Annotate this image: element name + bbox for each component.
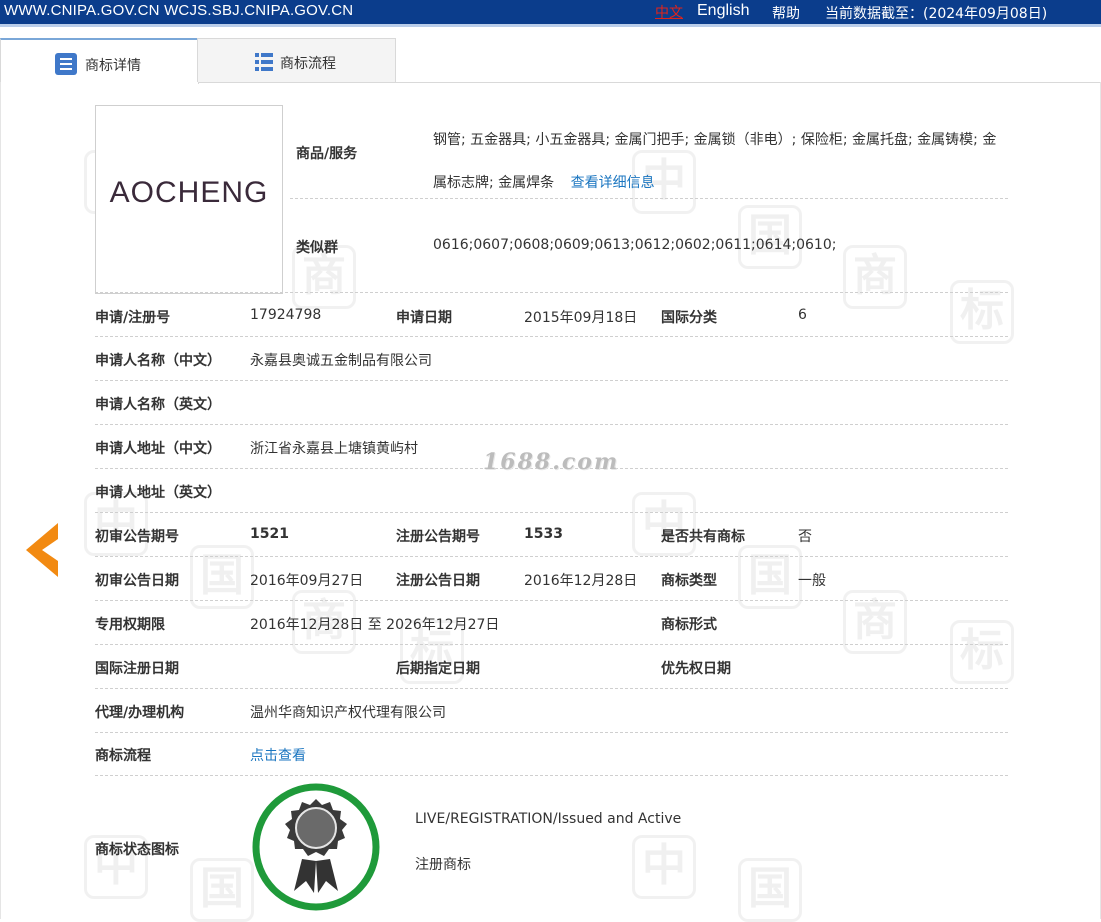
agent-value: 温州华商知识产权代理有限公司 [250, 705, 446, 721]
divider [95, 688, 1008, 689]
prelim-pub-date-value: 2016年09月27日 [250, 573, 364, 589]
lang-chinese-link[interactable]: 中文 [655, 2, 683, 22]
shared-tm-value: 否 [798, 529, 812, 545]
document-list-icon [55, 53, 77, 75]
prelim-pub-no-label: 初审公告期号 [95, 529, 179, 545]
tm-type-value: 一般 [798, 573, 826, 589]
agent-label: 代理/办理机构 [95, 705, 185, 721]
apply-date-value: 2015年09月18日 [524, 310, 638, 326]
goods-services-text: 钢管; 五金器具; 小五金器具; 金属门把手; 金属锁（非电）; 保险柜; 金属… [433, 132, 997, 191]
view-details-link[interactable]: 查看详细信息 [571, 175, 655, 191]
status-icon-label: 商标状态图标 [95, 842, 179, 858]
applicant-cn-label: 申请人名称（中文） [95, 353, 221, 369]
goods-services-label: 商品/服务 [296, 146, 358, 162]
divider [95, 775, 1008, 776]
reg-no-label: 申请/注册号 [95, 310, 171, 326]
divider [95, 732, 1008, 733]
tab-bar: 商标详情 商标流程 [0, 38, 1101, 84]
divider [290, 198, 1008, 199]
exclusive-period-label: 专用权期限 [95, 617, 165, 633]
intl-reg-date-label: 国际注册日期 [95, 661, 179, 677]
trademark-logo-text: AOCHENG [109, 176, 269, 209]
view-process-link[interactable]: 点击查看 [250, 745, 306, 765]
prelim-pub-date-label: 初审公告日期 [95, 573, 179, 589]
divider [95, 336, 1008, 337]
reg-pub-date-label: 注册公告日期 [396, 573, 480, 589]
top-bar: WWW.CNIPA.GOV.CN WCJS.SBJ.CNIPA.GOV.CN 中… [0, 0, 1101, 27]
prelim-pub-no-value: 1521 [250, 526, 289, 542]
status-cn-text: 注册商标 [415, 857, 471, 873]
tm-form-label: 商标形式 [661, 617, 717, 633]
previous-arrow-icon[interactable] [22, 521, 62, 579]
tab-trademark-details[interactable]: 商标详情 [0, 38, 199, 84]
tab-trademark-process[interactable]: 商标流程 [197, 38, 396, 82]
help-link[interactable]: 帮助 [772, 3, 800, 23]
later-designation-date-label: 后期指定日期 [396, 661, 480, 677]
intl-class-value: 6 [798, 307, 807, 323]
intl-class-label: 国际分类 [661, 310, 717, 326]
tab-trademark-process-label: 商标流程 [280, 56, 336, 72]
reg-pub-no-value: 1533 [524, 526, 563, 542]
reg-no-value: 17924798 [250, 307, 322, 323]
divider [95, 556, 1008, 557]
lang-english-link[interactable]: English [697, 2, 749, 20]
exclusive-period-value: 2016年12月28日 至 2026年12月27日 [250, 617, 500, 633]
site-watermark: 1688.com [483, 449, 620, 475]
address-cn-label: 申请人地址（中文） [95, 441, 221, 457]
divider [95, 424, 1008, 425]
tm-process-label: 商标流程 [95, 748, 151, 764]
site-domains: WWW.CNIPA.GOV.CN WCJS.SBJ.CNIPA.GOV.CN [4, 2, 354, 19]
address-cn-value: 浙江省永嘉县上塘镇黄屿村 [250, 441, 418, 457]
reg-pub-date-value: 2016年12月28日 [524, 573, 638, 589]
tm-type-label: 商标类型 [661, 573, 717, 589]
reg-pub-no-label: 注册公告期号 [396, 529, 480, 545]
tab-trademark-details-label: 商标详情 [85, 58, 141, 74]
similar-group-value: 0616;0607;0608;0609;0613;0612;0602;0611;… [433, 237, 837, 253]
status-en-text: LIVE/REGISTRATION/Issued and Active [415, 811, 682, 827]
similar-group-label: 类似群 [296, 240, 338, 256]
list-icon [255, 53, 273, 71]
applicant-cn-value: 永嘉县奥诚五金制品有限公司 [250, 353, 432, 369]
divider [95, 292, 1008, 293]
address-en-label: 申请人地址（英文） [95, 485, 221, 501]
divider [95, 600, 1008, 601]
applicant-en-label: 申请人名称（英文） [95, 397, 221, 413]
trademark-image: AOCHENG [95, 105, 283, 294]
registered-status-icon [252, 783, 380, 911]
divider [95, 380, 1008, 381]
apply-date-label: 申请日期 [396, 310, 452, 326]
divider [95, 644, 1008, 645]
divider [95, 512, 1008, 513]
goods-services-value: 钢管; 五金器具; 小五金器具; 金属门把手; 金属锁（非电）; 保险柜; 金属… [433, 119, 1008, 205]
shared-tm-label: 是否共有商标 [661, 529, 745, 545]
priority-date-label: 优先权日期 [661, 661, 731, 677]
data-as-of-date: 当前数据截至：(2024年09月08日) [825, 6, 1048, 22]
